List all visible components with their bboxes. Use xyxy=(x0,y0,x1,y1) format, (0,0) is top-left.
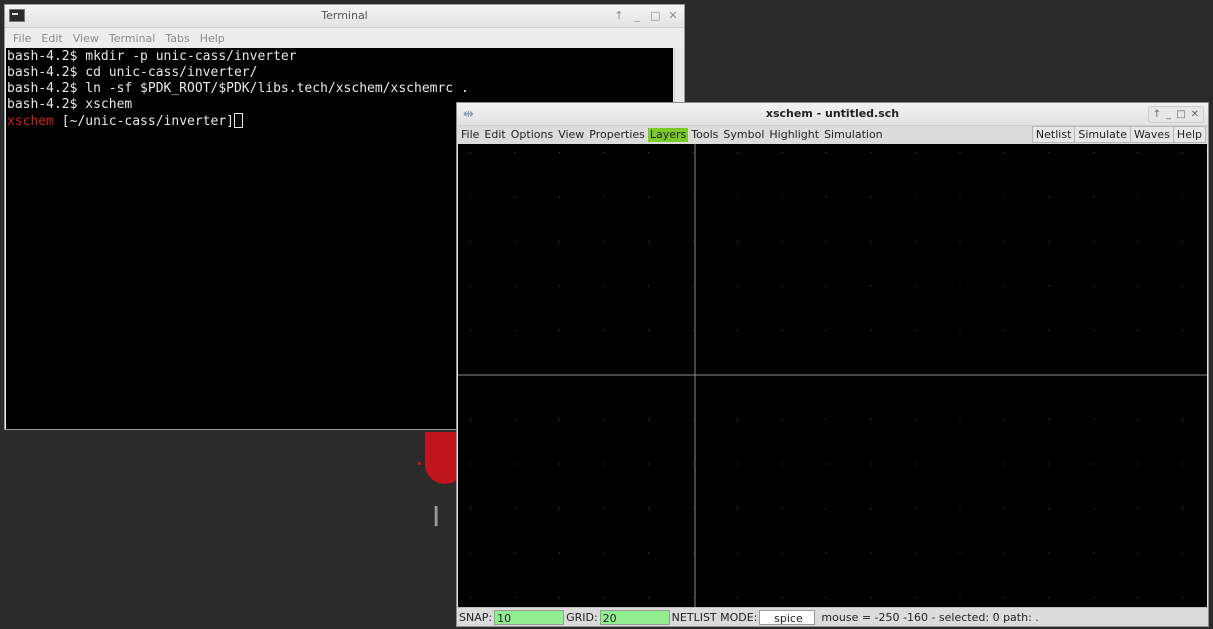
terminal-title: Terminal xyxy=(321,9,368,22)
menu-tools[interactable]: Tools xyxy=(689,128,720,142)
maximize-icon[interactable]: □ xyxy=(650,9,660,22)
menu-edit[interactable]: Edit xyxy=(36,32,67,45)
schematic-grid xyxy=(458,144,1207,608)
help-button[interactable]: Help xyxy=(1172,126,1206,143)
menu-properties[interactable]: Properties xyxy=(587,128,647,142)
maximize-icon[interactable]: □ xyxy=(1176,109,1185,120)
terminal-line: bash-4.2$ ln -sf $PDK_ROOT/$PDK/libs.tec… xyxy=(7,81,469,96)
grid-label: GRID: xyxy=(566,610,598,624)
keep-above-icon[interactable]: ↑ xyxy=(614,9,624,22)
menu-highlight[interactable]: Highlight xyxy=(767,128,821,142)
terminal-menubar: File Edit View Terminal Tabs Help xyxy=(5,28,684,48)
xschem-titlebar[interactable]: ⇹ xschem - untitled.sch ↑ _ □ ✕ xyxy=(457,103,1208,126)
menu-layers[interactable]: Layers xyxy=(647,128,689,142)
menu-file[interactable]: File xyxy=(459,128,481,142)
minimize-icon[interactable]: _ xyxy=(1166,109,1171,120)
netlist-button[interactable]: Netlist xyxy=(1031,126,1076,143)
snap-input[interactable]: 10 xyxy=(494,609,565,625)
menu-edit[interactable]: Edit xyxy=(482,128,507,142)
menu-view[interactable]: View xyxy=(556,128,586,142)
xschem-window[interactable]: ⇹ xschem - untitled.sch ↑ _ □ ✕ File Edi… xyxy=(456,102,1209,627)
menu-view[interactable]: View xyxy=(68,32,104,45)
menu-terminal[interactable]: Terminal xyxy=(104,32,161,45)
wallpaper-logo-dot xyxy=(418,462,421,465)
menu-help[interactable]: Help xyxy=(195,32,230,45)
terminal-line: bash-4.2$ mkdir -p unic-cass/inverter xyxy=(7,49,297,64)
menu-symbol[interactable]: Symbol xyxy=(721,128,766,142)
waves-button[interactable]: Waves xyxy=(1130,126,1174,143)
prompt-path: [~/unic-cass/inverter] xyxy=(53,114,234,129)
close-icon[interactable]: ✕ xyxy=(1191,109,1199,120)
menu-options[interactable]: Options xyxy=(509,128,555,142)
netlist-mode-label: NETLIST MODE: xyxy=(671,610,758,624)
terminal-line: bash-4.2$ cd unic-cass/inverter/ xyxy=(7,65,258,80)
schematic-canvas[interactable] xyxy=(458,144,1207,608)
xschem-title: xschem - untitled.sch xyxy=(765,107,900,120)
menu-simulation[interactable]: Simulation xyxy=(822,128,885,142)
prompt-prefix: xschem xyxy=(7,114,54,129)
simulate-button[interactable]: Simulate xyxy=(1074,126,1131,143)
menu-tabs[interactable]: Tabs xyxy=(160,32,194,45)
xschem-statusbar: SNAP: 10 GRID: 20 NETLIST MODE: spice mo… xyxy=(457,607,1208,626)
keep-above-icon[interactable]: ↑ xyxy=(1153,109,1161,120)
menu-file[interactable]: File xyxy=(8,32,36,45)
netlist-mode-field[interactable]: spice xyxy=(759,609,816,625)
terminal-cursor xyxy=(233,113,243,128)
terminal-titlebar[interactable]: Terminal ↑ _ □ ✕ xyxy=(5,5,684,28)
xschem-menubar: File Edit Options View Properties Layers… xyxy=(457,126,1208,145)
close-icon[interactable]: ✕ xyxy=(668,9,678,22)
snap-label: SNAP: xyxy=(459,610,493,624)
minimize-icon[interactable]: _ xyxy=(632,9,642,22)
status-info: mouse = -250 -160 - selected: 0 path: . xyxy=(821,610,1039,624)
grid-input[interactable]: 20 xyxy=(599,609,670,625)
